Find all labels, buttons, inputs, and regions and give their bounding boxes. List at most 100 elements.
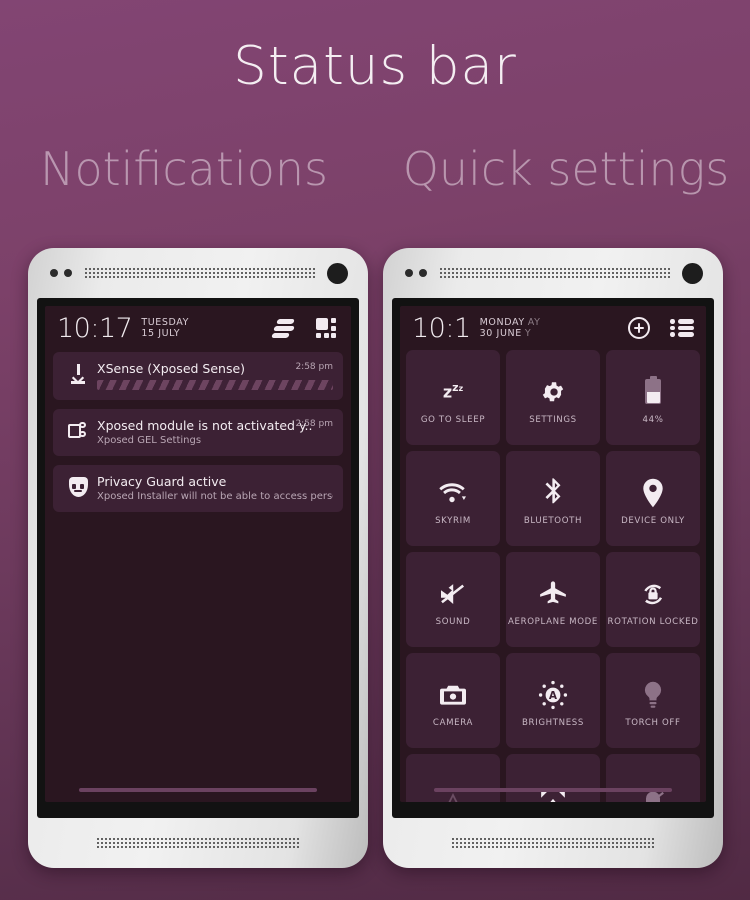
notification-time: 2:58 pm	[295, 419, 333, 429]
tile-wifi[interactable]: SKYRIM	[406, 451, 500, 546]
tile-label: TORCH OFF	[625, 717, 681, 728]
notification-subtitle: Xposed Installer will not be able to acc…	[97, 491, 333, 502]
xposed-module-icon	[68, 421, 88, 440]
notification-item[interactable]: XSense (Xposed Sense) 2:58 pm	[53, 352, 343, 400]
sound-muted-icon	[438, 573, 468, 615]
status-date: TUESDAY 15 JULY	[141, 317, 189, 339]
notifications-list-icon[interactable]	[271, 318, 296, 338]
phone-bottom-bezel	[28, 818, 368, 868]
status-date-day: 15 JULY	[141, 328, 181, 339]
status-bar-actions	[271, 318, 339, 338]
panel-drag-handle[interactable]	[45, 788, 351, 792]
brightness-auto-icon: A	[538, 674, 568, 716]
privacy-guard-icon	[68, 477, 88, 497]
sleep-icon: zzz	[442, 381, 464, 402]
notification-icon	[61, 418, 95, 440]
section-heading-notifications: Notifications	[40, 142, 328, 196]
tile-label: AEROPLANE MODE	[508, 616, 599, 627]
tile-location[interactable]: DEVICE ONLY	[606, 451, 700, 546]
notification-panel: 10:17 TUESDAY 15 JULY XSense (Xposed Sen…	[45, 306, 351, 802]
notification-title: Privacy Guard active	[97, 474, 227, 489]
bottom-speaker-grille	[95, 837, 301, 849]
status-date: MONDAY AY 30 JUNE Y	[480, 317, 541, 339]
quick-settings-grid: zzz GO TO SLEEP SETTINGS 44% SKYRIM BLUE…	[400, 350, 706, 802]
battery-icon	[645, 371, 661, 413]
notification-body: Privacy Guard active Xposed Installer wi…	[95, 474, 333, 502]
section-heading-quick-settings: Quick settings	[402, 142, 730, 196]
tile-label: GO TO SLEEP	[420, 414, 486, 425]
panel-drag-handle[interactable]	[400, 788, 706, 792]
tile-label: SOUND	[435, 616, 471, 627]
earpiece-grille	[84, 266, 315, 280]
status-date-day-row: 30 JUNE Y	[480, 328, 541, 339]
status-clock: 10:17	[57, 312, 133, 344]
notification-icon	[61, 474, 95, 497]
notification-subtitle: Xposed GEL Settings	[97, 435, 202, 446]
rotation-locked-icon	[639, 573, 667, 615]
add-tile-icon[interactable]	[628, 317, 650, 339]
phone-top-bezel	[28, 248, 368, 298]
camera-icon	[440, 674, 466, 716]
phone-screen: 10:17 TUESDAY 15 JULY XSense (Xposed Sen…	[37, 298, 359, 818]
notification-time: 2:58 pm	[295, 362, 333, 372]
status-date-weekday-ghost: AY	[527, 316, 541, 328]
notification-icon	[61, 361, 95, 385]
quick-settings-grid-icon[interactable]	[316, 318, 339, 338]
front-camera-icon	[327, 262, 348, 284]
status-bar-header: 10:17 TUESDAY 15 JULY	[45, 306, 351, 350]
tile-label: SETTINGS	[529, 414, 577, 425]
bluetooth-icon	[542, 472, 564, 514]
tile-torch[interactable]: TORCH OFF	[606, 653, 700, 748]
torch-icon	[641, 674, 665, 716]
tile-partial-bell[interactable]	[606, 754, 700, 802]
notification-item[interactable]: Xposed module is not activated y.. Xpose…	[53, 409, 343, 456]
tile-brightness[interactable]: A BRIGHTNESS	[506, 653, 600, 748]
tile-label: BLUETOOTH	[523, 515, 583, 526]
tile-label: BRIGHTNESS	[521, 717, 585, 728]
phone-quick-settings: 10:1 MONDAY AY 30 JUNE Y zzz GO TO SLEEP…	[383, 248, 723, 868]
notification-progress-bar	[97, 380, 333, 390]
sensor-dots-icon	[405, 269, 427, 277]
tile-partial-cast[interactable]	[506, 754, 600, 802]
status-date-weekday-row: MONDAY AY	[480, 317, 541, 328]
svg-text:A: A	[549, 690, 558, 702]
front-camera-icon	[682, 262, 703, 284]
phone-notifications: 10:17 TUESDAY 15 JULY XSense (Xposed Sen…	[28, 248, 368, 868]
status-clock: 10:1	[412, 312, 471, 344]
status-date-day-ghost: Y	[524, 328, 532, 339]
notification-list: XSense (Xposed Sense) 2:58 pm Xposed mod…	[45, 350, 351, 512]
phone-top-bezel	[383, 248, 723, 298]
notification-item[interactable]: Privacy Guard active Xposed Installer wi…	[53, 465, 343, 512]
tile-go-to-sleep[interactable]: zzz GO TO SLEEP	[406, 350, 500, 445]
aeroplane-icon	[538, 573, 568, 615]
status-date-weekday: MONDAY	[479, 316, 525, 328]
phone-bottom-bezel	[383, 818, 723, 868]
tile-bluetooth[interactable]: BLUETOOTH	[506, 451, 600, 546]
tile-label: SKYRIM	[435, 515, 471, 526]
wifi-icon	[438, 472, 468, 514]
earpiece-grille	[439, 266, 670, 280]
status-date-weekday: TUESDAY	[141, 316, 190, 328]
tile-aeroplane-mode[interactable]: AEROPLANE MODE	[506, 552, 600, 647]
phone-screen: 10:1 MONDAY AY 30 JUNE Y zzz GO TO SLEEP…	[392, 298, 714, 818]
bottom-speaker-grille	[450, 837, 656, 849]
tile-label: ROTATION LOCKED	[607, 616, 699, 627]
list-view-icon[interactable]	[670, 319, 694, 337]
tile-label: 44%	[642, 414, 664, 425]
sensor-dots-icon	[50, 269, 72, 277]
tile-label: DEVICE ONLY	[621, 515, 685, 526]
page-title: Status bar	[233, 36, 517, 97]
quick-settings-panel: 10:1 MONDAY AY 30 JUNE Y zzz GO TO SLEEP…	[400, 306, 706, 802]
tile-sound[interactable]: SOUND	[406, 552, 500, 647]
settings-gear-icon	[540, 371, 566, 413]
status-date-day: 30 JUNE	[479, 328, 522, 339]
download-icon	[69, 364, 87, 385]
tile-camera[interactable]: CAMERA	[406, 653, 500, 748]
tile-partial-caret[interactable]	[406, 754, 500, 802]
section-headings: Notifications Quick settings	[0, 142, 750, 196]
location-pin-icon	[641, 472, 665, 514]
tile-battery[interactable]: 44%	[606, 350, 700, 445]
tile-settings[interactable]: SETTINGS	[506, 350, 600, 445]
tile-rotation-locked[interactable]: ROTATION LOCKED	[606, 552, 700, 647]
tile-label: CAMERA	[432, 717, 474, 728]
